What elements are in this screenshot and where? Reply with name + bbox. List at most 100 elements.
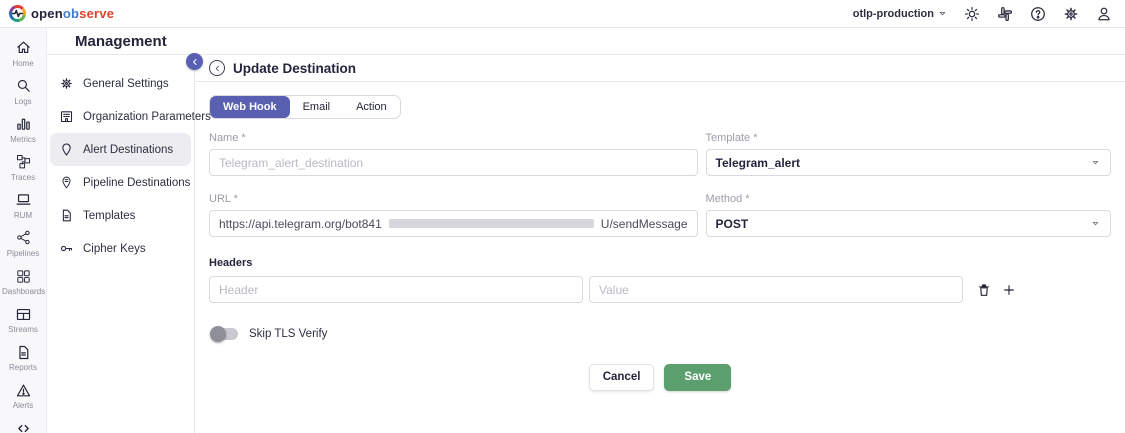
tab-action[interactable]: Action xyxy=(343,96,400,118)
document-icon xyxy=(15,344,32,361)
sidebar-item-rum[interactable]: RUM xyxy=(0,187,46,225)
sidebar-item-traces[interactable]: Traces xyxy=(0,149,46,187)
sidebar-item-actions[interactable]: Actions xyxy=(0,416,46,433)
skip-tls-label: Skip TLS Verify xyxy=(249,328,328,341)
settings-button[interactable] xyxy=(1062,5,1080,23)
profile-button[interactable] xyxy=(1095,5,1113,23)
top-bar: openobserve otlp-production xyxy=(0,0,1125,28)
theme-icon xyxy=(963,5,981,23)
template-select[interactable]: Telegram_alert xyxy=(705,149,1111,177)
plus-icon xyxy=(1001,282,1017,298)
header-value-input[interactable] xyxy=(589,276,963,304)
page-title: Management xyxy=(75,32,167,50)
chevron-down-icon xyxy=(937,8,948,19)
settings-icon xyxy=(1062,5,1080,23)
tab-email[interactable]: Email xyxy=(290,96,344,118)
page-header: Management xyxy=(47,28,1125,55)
method-select[interactable]: POST xyxy=(705,210,1111,238)
building-icon xyxy=(59,109,74,124)
table-icon xyxy=(15,306,32,323)
openobserve-wordmark: openobserve xyxy=(31,6,115,21)
url-suffix: U/sendMessage xyxy=(600,216,688,231)
menu-item-organization-parameters[interactable]: Organization Parameters xyxy=(50,100,211,133)
menu-item-cipher-keys[interactable]: Cipher Keys xyxy=(50,232,191,265)
traces-icon xyxy=(15,153,32,170)
laptop-icon xyxy=(15,191,32,208)
settings-menu-panel: General Settings Organization Parameters… xyxy=(47,55,211,433)
top-bar-controls: otlp-production xyxy=(853,5,1113,23)
dashboard-icon xyxy=(15,268,32,285)
back-button[interactable] xyxy=(209,60,225,76)
document-icon xyxy=(59,208,74,223)
theme-toggle-button[interactable] xyxy=(963,5,981,23)
sidebar-item-alerts[interactable]: Alerts xyxy=(0,378,46,416)
profile-icon xyxy=(1095,5,1113,23)
warning-icon xyxy=(15,382,32,399)
headers-row xyxy=(209,276,1111,304)
method-selected-value: POST xyxy=(715,216,749,231)
gear-icon xyxy=(59,76,74,91)
update-destination-view: Update Destination Web Hook Email Action… xyxy=(195,55,1125,433)
add-header-button[interactable] xyxy=(1001,282,1017,298)
organization-name: otlp-production xyxy=(852,7,934,20)
skip-tls-toggle[interactable] xyxy=(210,326,238,343)
organization-selector[interactable]: otlp-production xyxy=(853,8,948,20)
destination-type-tabs: Web Hook Email Action xyxy=(209,95,401,120)
delete-header-button[interactable] xyxy=(976,282,992,298)
destination-form: Name * Template * Telegram_alert URL * h… xyxy=(209,132,1111,254)
code-icon xyxy=(15,420,32,433)
help-button[interactable] xyxy=(1029,5,1047,23)
menu-item-pipeline-destinations[interactable]: Pipeline Destinations xyxy=(50,166,191,199)
name-input[interactable] xyxy=(209,149,698,177)
header-key-input[interactable] xyxy=(209,276,583,304)
template-label: Template * xyxy=(705,132,758,145)
menu-item-templates[interactable]: Templates xyxy=(50,199,191,232)
url-field-group: URL * https://api.telegram.org/bot841 U/… xyxy=(209,193,698,238)
sidebar-item-dashboards[interactable]: Dashboards xyxy=(0,264,46,302)
sidebar-item-pipelines[interactable]: Pipelines xyxy=(0,225,46,263)
name-field-group: Name * xyxy=(209,132,698,177)
tab-web-hook[interactable]: Web Hook xyxy=(210,96,290,119)
trash-icon xyxy=(976,282,992,298)
headers-section: Headers xyxy=(209,257,1111,304)
chevron-left-icon xyxy=(190,57,200,67)
chevron-down-icon xyxy=(1090,157,1101,168)
headers-label: Headers xyxy=(209,257,253,270)
sidebar-item-reports[interactable]: Reports xyxy=(0,340,46,378)
cancel-button[interactable]: Cancel xyxy=(588,364,655,392)
help-icon xyxy=(1029,5,1047,23)
openobserve-logo[interactable]: openobserve xyxy=(9,5,114,22)
content-title: Update Destination xyxy=(233,60,357,76)
location-pin-icon xyxy=(59,142,74,157)
left-nav-rail: Home Logs Metrics Traces RUM Pipelines D… xyxy=(0,28,47,433)
menu-item-alert-destinations[interactable]: Alert Destinations xyxy=(50,133,191,166)
bar-chart-icon xyxy=(15,115,32,132)
template-field-group: Template * Telegram_alert xyxy=(705,132,1111,177)
sidebar-item-metrics[interactable]: Metrics xyxy=(0,111,46,149)
name-label: Name * xyxy=(209,132,246,145)
url-label: URL * xyxy=(209,193,238,206)
sidebar-item-streams[interactable]: Streams xyxy=(0,302,46,340)
save-button[interactable]: Save xyxy=(664,364,732,392)
openobserve-logo-icon xyxy=(9,5,26,22)
pin-lines-icon xyxy=(59,175,74,190)
panel-collapse-button[interactable] xyxy=(186,53,203,70)
sidebar-item-home[interactable]: Home xyxy=(0,35,46,73)
share-icon xyxy=(15,229,32,246)
toggle-thumb xyxy=(210,326,226,343)
chevron-down-icon xyxy=(1090,218,1101,229)
sidebar-item-logs[interactable]: Logs xyxy=(0,73,46,111)
menu-item-general-settings[interactable]: General Settings xyxy=(50,67,191,100)
url-prefix: https://api.telegram.org/bot841 xyxy=(219,216,382,231)
slack-icon xyxy=(996,5,1014,23)
chevron-left-icon xyxy=(213,64,222,73)
content-header: Update Destination xyxy=(195,55,1125,82)
redacted-token xyxy=(388,219,594,229)
home-icon xyxy=(15,39,32,56)
url-input[interactable]: https://api.telegram.org/bot841 U/sendMe… xyxy=(209,210,698,238)
slack-button[interactable] xyxy=(996,5,1014,23)
search-icon xyxy=(15,77,32,94)
key-icon xyxy=(59,241,74,256)
skip-tls-row: Skip TLS Verify xyxy=(210,326,1111,343)
template-selected-value: Telegram_alert xyxy=(715,155,801,170)
